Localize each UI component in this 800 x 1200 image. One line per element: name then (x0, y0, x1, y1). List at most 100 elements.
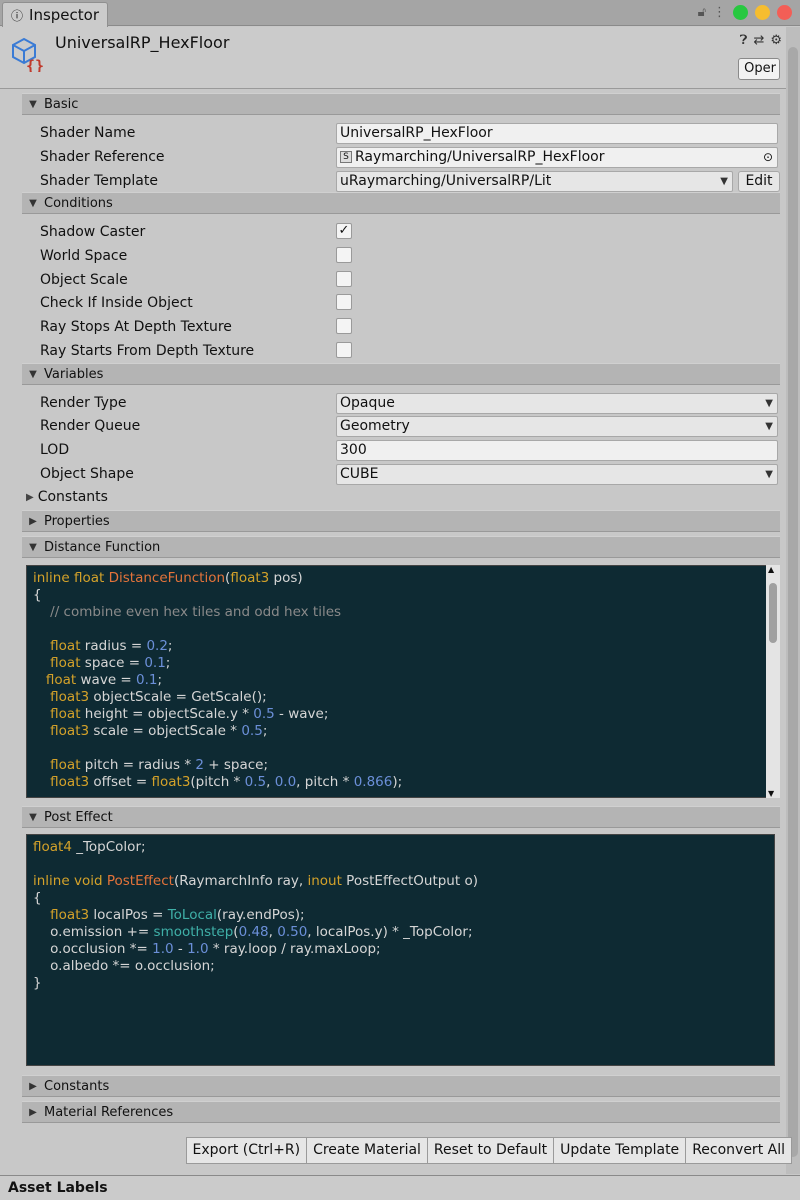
info-icon: ⓘ (11, 8, 24, 23)
condition-row: World Space (40, 245, 780, 267)
lod-label: LOD (40, 442, 70, 458)
action-button-bar: Export (Ctrl+R) Create Material Reset to… (185, 1137, 792, 1164)
svg-text:{}: {} (26, 57, 44, 72)
condition-label: Check If Inside Object (40, 295, 193, 311)
edit-template-button[interactable]: Edit (738, 170, 780, 192)
ray-stops-depth-checkbox[interactable] (336, 318, 352, 334)
section-label: Post Effect (44, 809, 113, 825)
section-label: Distance Function (44, 539, 161, 555)
condition-label: Ray Starts From Depth Texture (40, 343, 255, 359)
section-material-references[interactable]: ▶ Material References (22, 1101, 780, 1123)
condition-row: Check If Inside Object (40, 292, 780, 314)
collapsed-arrow-icon: ▶ (29, 1080, 37, 1092)
section-conditions[interactable]: ▼ Conditions (22, 192, 780, 214)
distance-function-code-editor[interactable]: inline float DistanceFunction(float3 pos… (26, 565, 775, 798)
section-constants[interactable]: ▶ Constants (22, 1075, 780, 1097)
code-scroll-thumb[interactable] (769, 583, 777, 643)
condition-label: Object Scale (40, 272, 128, 288)
section-variables[interactable]: ▼ Variables (22, 363, 780, 385)
expanded-arrow-icon: ▼ (29, 811, 37, 823)
render-type-dropdown[interactable]: Opaque ▼ (336, 392, 778, 414)
expanded-arrow-icon: ▼ (29, 197, 37, 209)
section-label: Constants (44, 1078, 110, 1094)
shader-name-row: Shader Name UniversalRP_HexFloor (40, 122, 780, 144)
reset-to-default-button[interactable]: Reset to Default (426, 1137, 555, 1164)
scrollbar-thumb[interactable] (788, 47, 798, 1157)
maximize-button[interactable] (733, 5, 748, 20)
condition-row: Ray Starts From Depth Texture (40, 340, 780, 362)
shader-template-dropdown[interactable]: uRaymarching/UniversalRP/Lit ▼ (336, 170, 733, 192)
reconvert-all-button[interactable]: Reconvert All (685, 1137, 792, 1164)
chevron-down-icon: ▼ (765, 468, 773, 480)
expanded-arrow-icon: ▼ (29, 541, 37, 553)
help-icon[interactable]: ❓︎ (740, 33, 748, 48)
shader-file-icon: S (340, 150, 352, 163)
section-distance-function[interactable]: ▼ Distance Function (22, 536, 780, 558)
lod-row: LOD 300 (40, 439, 780, 461)
shader-name-field[interactable]: UniversalRP_HexFloor (336, 122, 778, 144)
render-queue-label: Render Queue (40, 418, 141, 434)
render-type-label: Render Type (40, 395, 127, 411)
section-label: Basic (44, 96, 79, 112)
section-label: Conditions (44, 195, 113, 211)
condition-row: Object Scale (40, 269, 780, 291)
lod-field[interactable]: 300 (336, 439, 778, 461)
close-button[interactable] (777, 5, 792, 20)
scroll-down-icon[interactable]: ▼ (768, 789, 774, 798)
world-space-checkbox[interactable] (336, 247, 352, 263)
section-label: Properties (44, 513, 110, 529)
ray-starts-depth-checkbox[interactable] (336, 342, 352, 358)
tab-bar: ⓘ Inspector 🔓︎ ⋮ (0, 0, 800, 27)
inspector-scrollbar[interactable] (786, 27, 800, 1174)
collapsed-arrow-icon: ▶ (29, 515, 37, 527)
minimize-button[interactable] (755, 5, 770, 20)
chevron-down-icon: ▼ (765, 397, 773, 409)
condition-label: Ray Stops At Depth Texture (40, 319, 232, 335)
condition-row: Ray Stops At Depth Texture (40, 316, 780, 338)
object-scale-checkbox[interactable] (336, 271, 352, 287)
chevron-down-icon: ▼ (765, 420, 773, 432)
condition-label: Shadow Caster (40, 224, 146, 240)
shader-asset-icon: {} (12, 37, 44, 72)
render-queue-row: Render Queue Geometry ▼ (40, 415, 780, 437)
export-button[interactable]: Export (Ctrl+R) (185, 1137, 308, 1164)
shadow-caster-checkbox[interactable]: ✓ (336, 223, 352, 239)
create-material-button[interactable]: Create Material (306, 1137, 428, 1164)
shader-name-label: Shader Name (40, 125, 136, 141)
section-properties[interactable]: ▶ Properties (22, 510, 780, 532)
section-post-effect[interactable]: ▼ Post Effect (22, 806, 780, 828)
preset-icon[interactable]: ⇄ (753, 33, 764, 48)
render-type-value: Opaque (340, 394, 395, 411)
expanded-arrow-icon: ▼ (29, 98, 37, 110)
object-shape-label: Object Shape (40, 466, 134, 482)
shader-reference-value: Raymarching/UniversalRP_HexFloor (355, 148, 605, 165)
section-label: Variables (44, 366, 104, 382)
post-effect-code-editor[interactable]: float4 _TopColor; inline void PostEffect… (26, 834, 775, 1066)
inspector-header: {} UniversalRP_HexFloor ❓︎ ⇄ ⚙ Oper (0, 27, 786, 89)
collapsed-arrow-icon: ▶ (26, 491, 34, 503)
header-icons: ❓︎ ⇄ ⚙ (740, 33, 782, 48)
scroll-up-icon[interactable]: ▲ (768, 565, 774, 574)
section-basic[interactable]: ▼ Basic (22, 93, 780, 115)
constants-foldout[interactable]: ▶ Constants (26, 486, 108, 508)
shader-reference-field[interactable]: S Raymarching/UniversalRP_HexFloor ⊙ (336, 146, 778, 168)
condition-row: Shadow Caster ✓ (40, 221, 780, 243)
tab-label: Inspector (29, 6, 99, 24)
check-inside-object-checkbox[interactable] (336, 294, 352, 310)
shader-template-row: Shader Template uRaymarching/UniversalRP… (40, 170, 780, 192)
collapsed-arrow-icon: ▶ (29, 1106, 37, 1118)
render-queue-dropdown[interactable]: Geometry ▼ (336, 415, 778, 437)
more-menu-icon[interactable]: ⋮ (713, 5, 726, 20)
gear-icon[interactable]: ⚙ (770, 33, 782, 48)
open-button[interactable]: Oper (738, 58, 780, 80)
update-template-button[interactable]: Update Template (553, 1137, 687, 1164)
asset-title: UniversalRP_HexFloor (55, 33, 230, 52)
asset-labels-bar[interactable]: Asset Labels (0, 1175, 800, 1200)
code-scrollbar[interactable]: ▲ ▼ (766, 565, 780, 798)
object-picker-icon[interactable]: ⊙ (763, 148, 773, 167)
shader-reference-label: Shader Reference (40, 149, 165, 165)
shader-reference-row: Shader Reference S Raymarching/Universal… (40, 146, 780, 168)
lock-icon[interactable]: 🔓︎ (698, 5, 706, 20)
object-shape-dropdown[interactable]: CUBE ▼ (336, 463, 778, 485)
tab-inspector[interactable]: ⓘ Inspector (2, 2, 108, 27)
